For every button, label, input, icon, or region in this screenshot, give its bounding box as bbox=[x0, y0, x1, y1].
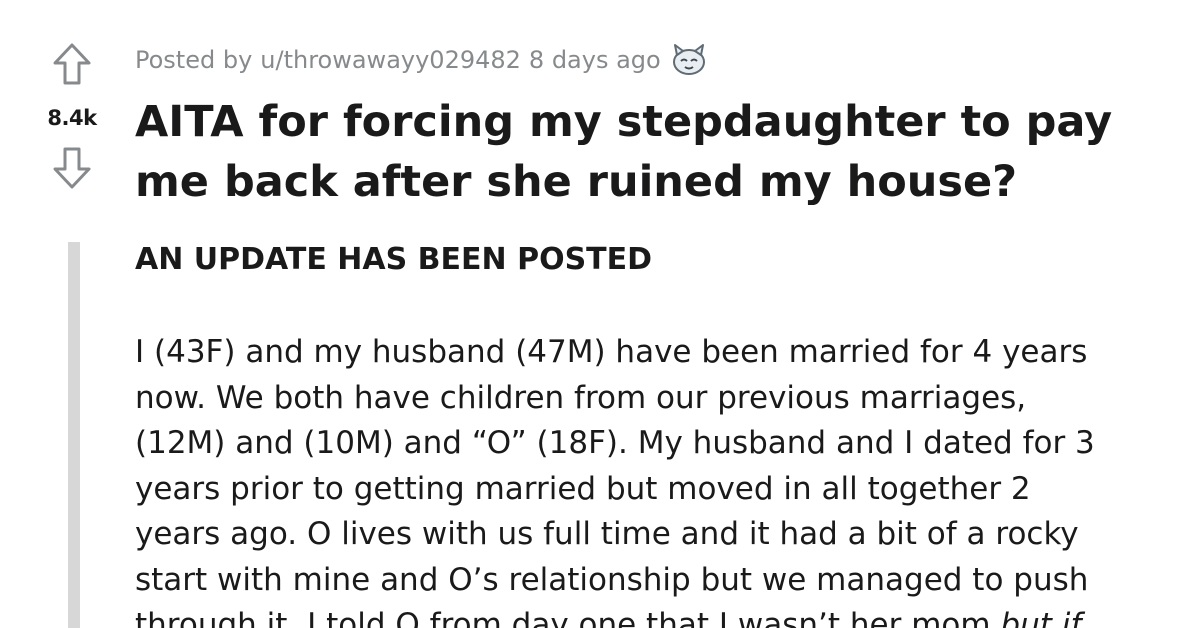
vote-count: 8.4k bbox=[47, 106, 97, 130]
body-line: (12M) and (10M) and “O” (18F). My husban… bbox=[135, 425, 1095, 461]
quote-bar bbox=[68, 242, 80, 628]
vote-column: 8.4k bbox=[30, 40, 114, 192]
upvote-arrow-icon bbox=[53, 43, 91, 85]
downvote-arrow-icon bbox=[53, 147, 91, 189]
reddit-post: 8.4k Posted by u/throwawayy029482 8 days… bbox=[0, 0, 1200, 628]
body-line: years ago. O lives with us full time and… bbox=[135, 516, 1079, 552]
body-line: through it. I told O from day one that I… bbox=[135, 603, 1195, 628]
upvote-button[interactable] bbox=[50, 40, 94, 88]
post-timestamp[interactable]: 8 days ago bbox=[529, 46, 661, 74]
body-line: now. We both have children from our prev… bbox=[135, 379, 1027, 416]
post-title-line: me back after she ruined my house? bbox=[135, 157, 1018, 207]
post-title-line: AITA for forcing my stepdaughter to pay bbox=[135, 97, 1113, 147]
body-line: years prior to getting married but moved… bbox=[135, 470, 1031, 507]
posted-by-label: Posted by bbox=[135, 46, 253, 74]
post-title[interactable]: AITA for forcing my stepdaughter to pay … bbox=[135, 92, 1175, 212]
post-body: I (43F) and my husband (47M) have been m… bbox=[135, 330, 1195, 628]
body-line: I (43F) and my husband (47M) have been m… bbox=[135, 334, 1088, 370]
wholesome-award-icon[interactable] bbox=[669, 43, 709, 77]
post-meta: Posted by u/throwawayy029482 8 days ago bbox=[135, 40, 709, 80]
author-link[interactable]: u/throwawayy029482 bbox=[260, 46, 521, 74]
body-italic-text: but if bbox=[1000, 607, 1082, 628]
update-notice: AN UPDATE HAS BEEN POSTED bbox=[135, 242, 653, 277]
downvote-button[interactable] bbox=[50, 144, 94, 192]
body-line: start with mine and O’s relationship but… bbox=[135, 561, 1089, 598]
body-line-text: through it. I told O from day one that I… bbox=[135, 607, 991, 628]
